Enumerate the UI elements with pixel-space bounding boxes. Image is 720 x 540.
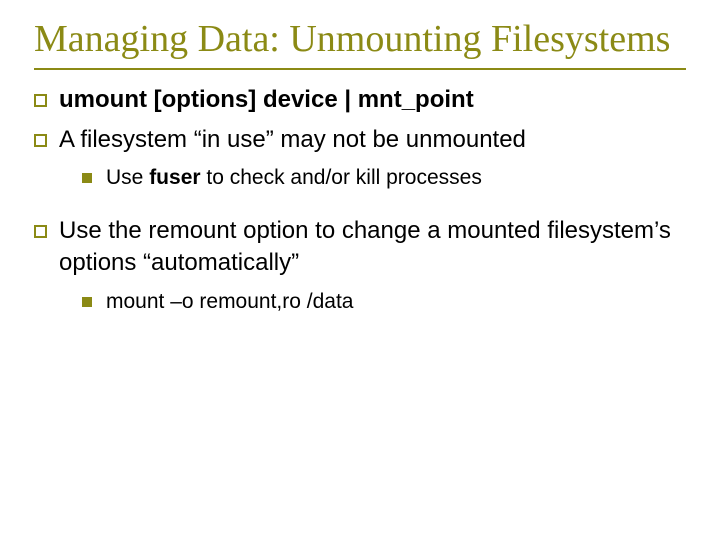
slide-title: Managing Data: Unmounting Filesystems [34, 18, 686, 62]
square-solid-icon [82, 173, 92, 183]
bullet-text: umount [options] device | mnt_point [59, 84, 686, 116]
square-outline-icon [34, 94, 47, 107]
bullet-text: A filesystem “in use” may not be unmount… [59, 124, 686, 156]
square-solid-icon [82, 297, 92, 307]
bullet-text: Use fuser to check and/or kill processes [106, 164, 686, 192]
bullet-level1: Use the remount option to change a mount… [34, 215, 686, 280]
bullet-level2: Use fuser to check and/or kill processes [82, 164, 686, 192]
text-run: Use [106, 166, 149, 189]
bullet-level1: A filesystem “in use” may not be unmount… [34, 124, 686, 156]
bullet-level1: umount [options] device | mnt_point [34, 84, 686, 116]
slide-body: umount [options] device | mnt_point A fi… [34, 84, 686, 316]
bullet-level2: mount –o remount,ro /data [82, 288, 686, 316]
text-run-bold: fuser [149, 166, 200, 189]
square-outline-icon [34, 225, 47, 238]
square-outline-icon [34, 134, 47, 147]
slide: Managing Data: Unmounting Filesystems um… [0, 0, 720, 540]
bullet-text: mount –o remount,ro /data [106, 288, 686, 316]
bullet-text: Use the remount option to change a mount… [59, 215, 686, 280]
text-run: to check and/or kill processes [201, 166, 482, 189]
title-rule [34, 68, 686, 70]
